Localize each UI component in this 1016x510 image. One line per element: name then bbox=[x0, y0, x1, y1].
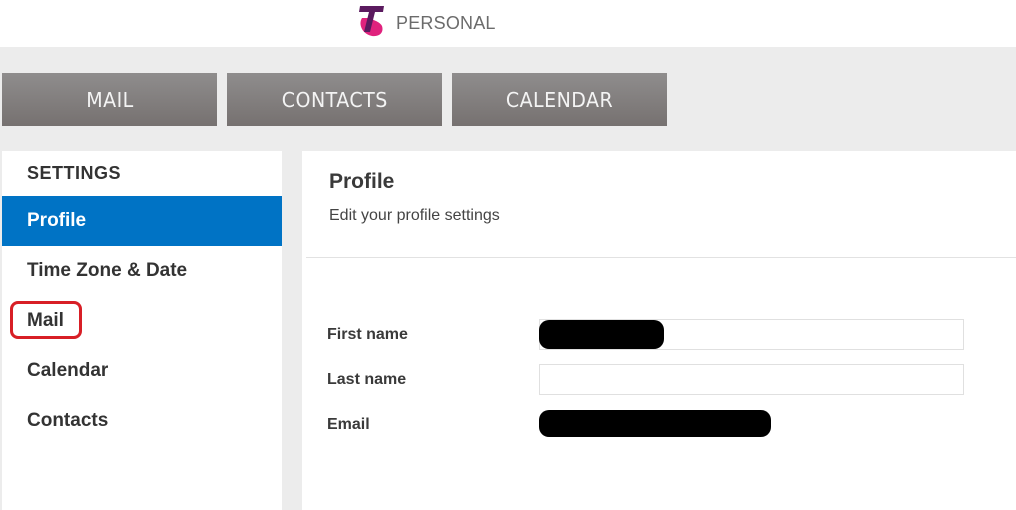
tab-label: CALENDAR bbox=[505, 87, 614, 112]
redacted-email bbox=[539, 410, 771, 437]
tab-calendar[interactable]: CALENDAR bbox=[452, 73, 667, 126]
sidebar-item-contacts[interactable]: Contacts bbox=[2, 396, 282, 446]
sidebar-item-calendar[interactable]: Calendar bbox=[2, 346, 282, 396]
tab-label: CONTACTS bbox=[281, 87, 388, 112]
page-subtitle: Edit your profile settings bbox=[329, 207, 500, 224]
top-bar: PERSONAL bbox=[0, 0, 1016, 47]
email-label: Email bbox=[327, 416, 370, 433]
tab-mail[interactable]: MAIL bbox=[2, 73, 217, 126]
settings-heading: SETTINGS bbox=[27, 163, 122, 183]
divider bbox=[306, 257, 1016, 258]
last-name-label: Last name bbox=[327, 371, 407, 388]
brand-logo[interactable]: PERSONAL bbox=[356, 4, 496, 43]
telstra-logo-icon bbox=[356, 4, 388, 43]
redacted-first-name bbox=[539, 320, 664, 349]
tab-contacts[interactable]: CONTACTS bbox=[227, 73, 442, 126]
sidebar-item-time-zone-date[interactable]: Time Zone & Date bbox=[2, 246, 282, 296]
profile-panel: Profile Edit your profile settings First… bbox=[302, 151, 1016, 510]
page-title: Profile bbox=[329, 170, 395, 193]
tab-label: MAIL bbox=[85, 87, 134, 112]
first-name-label: First name bbox=[327, 326, 408, 343]
last-name-input[interactable] bbox=[539, 364, 964, 395]
main-nav: MAIL CONTACTS CALENDAR bbox=[2, 73, 677, 126]
sidebar-item-profile[interactable]: Profile bbox=[2, 196, 282, 246]
sidebar-item-mail[interactable]: Mail bbox=[2, 296, 282, 346]
brand-text: PERSONAL bbox=[396, 13, 496, 33]
settings-sidebar: SETTINGS Profile Time Zone & Date Mail C… bbox=[2, 151, 282, 510]
